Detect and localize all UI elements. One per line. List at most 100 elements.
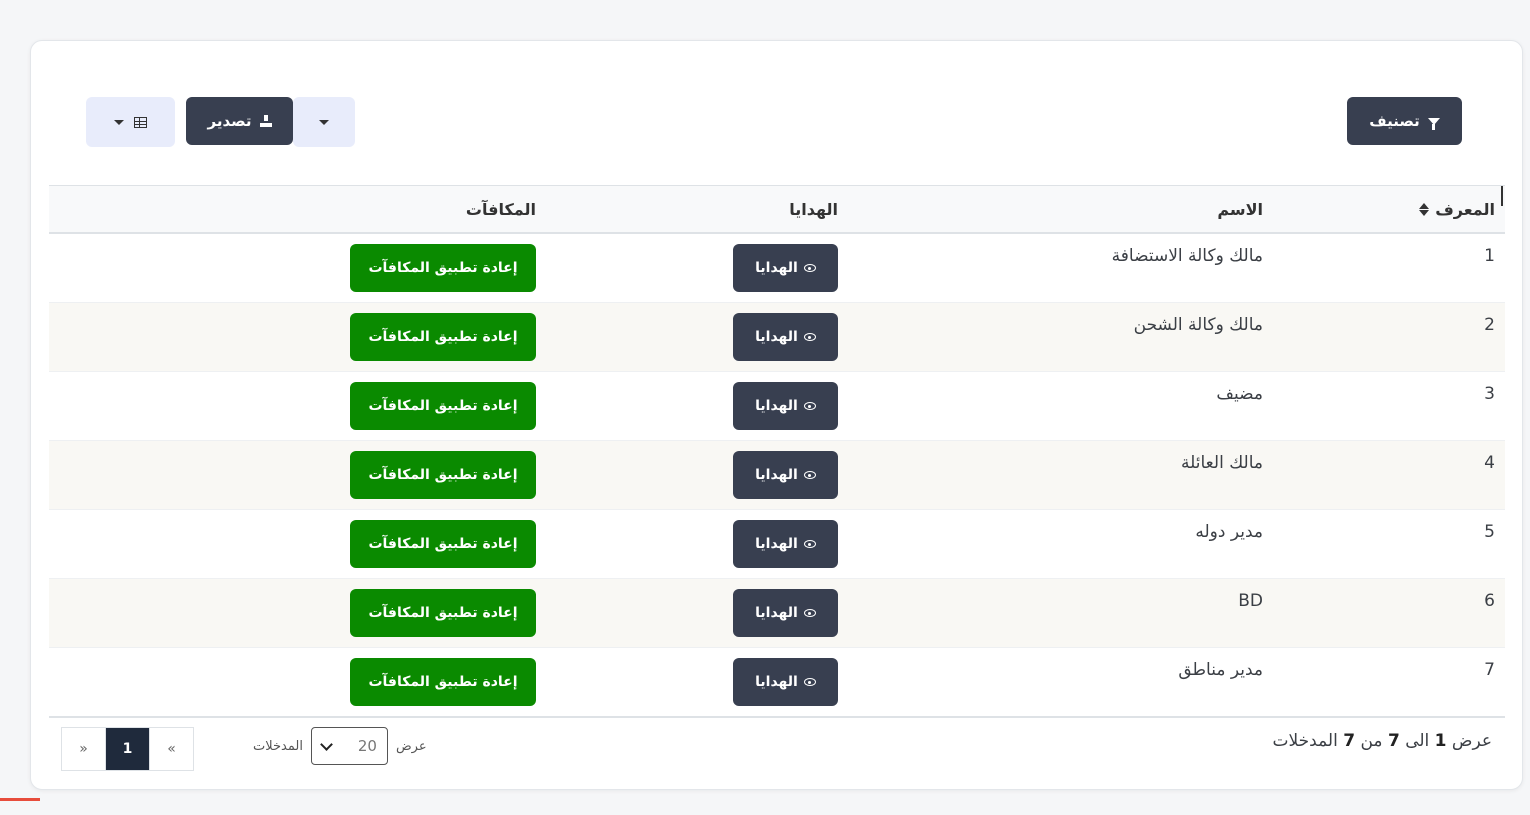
row-name: مالك وكالة الشحن (1133, 315, 1263, 335)
gifts-button[interactable]: الهدايا (733, 658, 838, 706)
gifts-button[interactable]: الهدايا (733, 244, 838, 292)
eye-icon (803, 609, 816, 617)
header-name: الاسم (843, 186, 1263, 232)
header-rewards: المكافآت (236, 186, 536, 232)
pagination-prev[interactable]: « (149, 728, 193, 770)
row-id: 7 (1484, 660, 1495, 680)
gifts-button-label: الهدايا (755, 536, 798, 552)
gifts-cell: الهدايا (538, 648, 838, 716)
eye-icon (803, 471, 816, 479)
length-show-label: عرض (395, 738, 427, 754)
rewards-cell: إعادة تطبيق المكافآت (236, 441, 536, 509)
pagination-next[interactable]: » (62, 728, 105, 770)
reapply-rewards-button[interactable]: إعادة تطبيق المكافآت (350, 451, 536, 499)
row-name: مدير مناطق (1178, 660, 1263, 680)
data-table: المعرف الاسم الهدايا المكافآت 1 مالك وكا… (49, 185, 1505, 718)
gifts-button-label: الهدايا (755, 260, 798, 276)
pagination-page-1[interactable]: 1 (105, 728, 149, 770)
reapply-rewards-button[interactable]: إعادة تطبيق المكافآت (350, 589, 536, 637)
page-length-select[interactable]: 20 (310, 727, 388, 765)
export-label: تصدير (207, 112, 252, 130)
main-card: تصدير تصنيف المعرف الاسم الهدايا المكافآ… (30, 40, 1523, 790)
row-id: 2 (1484, 315, 1495, 335)
reapply-rewards-button[interactable]: إعادة تطبيق المكافآت (350, 658, 536, 706)
reapply-rewards-button[interactable]: إعادة تطبيق المكافآت (350, 520, 536, 568)
eye-icon (803, 402, 816, 410)
summary-from: 1 (1434, 731, 1447, 751)
gifts-button[interactable]: الهدايا (733, 382, 838, 430)
header-id[interactable]: المعرف (1295, 186, 1495, 232)
row-name: مضيف (1216, 384, 1263, 404)
summary-prefix: عرض (1451, 731, 1492, 751)
page-length-value: 20 (357, 737, 377, 755)
columns-toggle-button[interactable] (86, 97, 175, 147)
table-summary: عرض 1 الى 7 من 7 المدخلات (1273, 731, 1492, 751)
summary-of-word: من (1360, 731, 1383, 751)
eye-icon (803, 678, 816, 686)
filter-label: تصنيف (1369, 112, 1420, 130)
gifts-button[interactable]: الهدايا (733, 520, 838, 568)
rewards-cell: إعادة تطبيق المكافآت (236, 372, 536, 440)
export-dropdown-button[interactable] (293, 97, 355, 147)
header-rewards-label: المكافآت (465, 199, 536, 219)
table-row: 2 مالك وكالة الشحن الهدايا إعادة تطبيق ا… (49, 303, 1505, 372)
filter-icon (1427, 117, 1440, 130)
pagination: » 1 « (61, 727, 194, 771)
gifts-button[interactable]: الهدايا (733, 451, 838, 499)
row-id: 4 (1484, 453, 1495, 473)
sort-icon (1419, 202, 1430, 216)
row-name: مالك العائلة (1181, 453, 1263, 473)
length-entries-label: المدخلات (253, 738, 303, 754)
corner-decoration (0, 798, 40, 815)
gifts-button-label: الهدايا (755, 467, 798, 483)
row-id: 1 (1484, 246, 1495, 266)
gifts-button-label: الهدايا (755, 398, 798, 414)
rewards-cell: إعادة تطبيق المكافآت (236, 648, 536, 716)
rewards-cell: إعادة تطبيق المكافآت (236, 234, 536, 302)
reapply-rewards-button[interactable]: إعادة تطبيق المكافآت (350, 244, 536, 292)
summary-total: 7 (1343, 731, 1356, 751)
table-row: 5 مدير دوله الهدايا إعادة تطبيق المكافآت (49, 510, 1505, 579)
gifts-cell: الهدايا (538, 303, 838, 371)
table-row: 7 مدير مناطق الهدايا إعادة تطبيق المكافآ… (49, 648, 1505, 718)
eye-icon (803, 540, 816, 548)
summary-suffix: المدخلات (1272, 731, 1338, 751)
header-gifts: الهدايا (538, 186, 838, 232)
reapply-rewards-button[interactable]: إعادة تطبيق المكافآت (350, 313, 536, 361)
header-name-label: الاسم (1217, 199, 1263, 219)
chevron-down-icon (320, 737, 333, 751)
gifts-button-label: الهدايا (755, 674, 798, 690)
row-id: 5 (1484, 522, 1495, 542)
table-row: 4 مالك العائلة الهدايا إعادة تطبيق المكا… (49, 441, 1505, 510)
reapply-rewards-button[interactable]: إعادة تطبيق المكافآت (350, 382, 536, 430)
table-header: المعرف الاسم الهدايا المكافآت (49, 186, 1505, 234)
row-name: مدير دوله (1195, 522, 1263, 542)
gifts-cell: الهدايا (538, 510, 838, 578)
rewards-cell: إعادة تطبيق المكافآت (236, 510, 536, 578)
table-row: 3 مضيف الهدايا إعادة تطبيق المكافآت (49, 372, 1505, 441)
row-id: 3 (1484, 384, 1495, 404)
filter-button[interactable]: تصنيف (1347, 97, 1462, 145)
row-id: 6 (1484, 591, 1495, 611)
table-row: 1 مالك وكالة الاستضافة الهدايا إعادة تطب… (49, 234, 1505, 303)
table-grid-icon (134, 116, 147, 128)
header-id-label: المعرف (1435, 199, 1495, 219)
caret-down-icon (319, 119, 329, 125)
gifts-button[interactable]: الهدايا (733, 313, 838, 361)
scroll-indicator (1501, 186, 1503, 206)
gifts-cell: الهدايا (538, 579, 838, 647)
summary-to-word: الى (1405, 731, 1430, 751)
gifts-button-label: الهدايا (755, 605, 798, 621)
table-row: 6 BD الهدايا إعادة تطبيق المكافآت (49, 579, 1505, 648)
gifts-cell: الهدايا (538, 372, 838, 440)
summary-to: 7 (1387, 731, 1400, 751)
row-name: BD (1238, 591, 1263, 611)
gifts-button[interactable]: الهدايا (733, 589, 838, 637)
eye-icon (803, 333, 816, 341)
export-button[interactable]: تصدير (186, 97, 293, 145)
download-icon (259, 115, 272, 127)
rewards-cell: إعادة تطبيق المكافآت (236, 303, 536, 371)
row-name: مالك وكالة الاستضافة (1111, 246, 1263, 266)
caret-down-icon (114, 119, 124, 125)
gifts-cell: الهدايا (538, 441, 838, 509)
